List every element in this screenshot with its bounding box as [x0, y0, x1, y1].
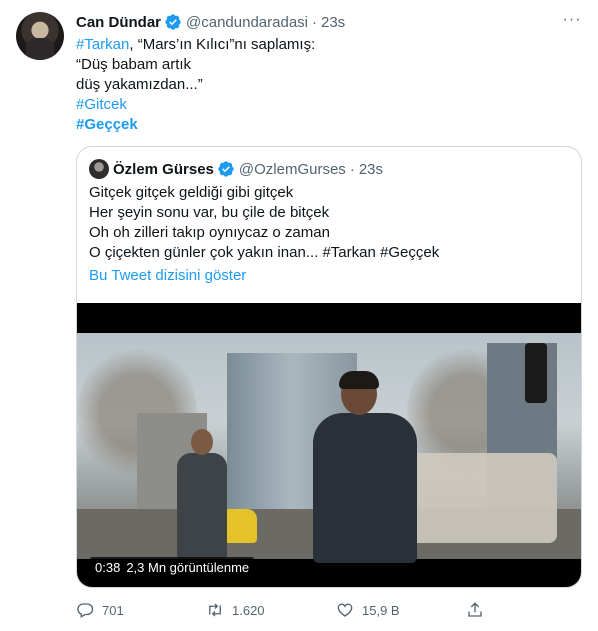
author-name[interactable]: Can Dündar — [76, 14, 161, 31]
quoted-line: O çiçekten günler çok yakın inan... #Tar… — [89, 243, 569, 263]
like-button[interactable]: 15,9 B — [336, 601, 466, 619]
verified-badge-icon — [165, 14, 181, 30]
tweet-line-3: düş yakamızdan...” — [76, 76, 203, 93]
tweet-line-2: “Düş babam artık — [76, 56, 192, 73]
tweet-line-text: , “Mars’ın Kılıcı”nı saplamış: — [129, 36, 316, 53]
quoted-tweet[interactable]: Özlem Gürses @OzlemGurses · 23s Gitçek g… — [76, 146, 582, 588]
quoted-line: Her şeyin sonu var, bu çile de bitçek — [89, 204, 330, 221]
quoted-tweet-header: Özlem Gürses @OzlemGurses · 23s — [89, 159, 383, 179]
retweet-button[interactable]: 1.620 — [206, 601, 336, 619]
reply-icon — [77, 603, 94, 618]
tweet-header: Can Dündar @candundaradasi · 23s ··· — [76, 12, 582, 32]
tweet-body: #Tarkan, “Mars’ın Kılıcı”nı saplamış: “D… — [76, 35, 576, 135]
quoted-line: Gitçek gitçek geldiği gibi gitçek — [89, 184, 294, 201]
quoted-author-avatar[interactable] — [89, 159, 109, 179]
hashtag-link[interactable]: #Tarkan — [76, 36, 129, 53]
video-info-overlay: 0:38 2,3 Mn görüntülenme — [89, 557, 256, 577]
share-icon — [468, 602, 482, 617]
tweet-time[interactable]: 23s — [321, 14, 345, 31]
separator-dot: · — [349, 160, 355, 178]
person-shape — [173, 429, 229, 559]
hashtag-link[interactable]: #Geççek — [380, 244, 439, 261]
separator-dot: · — [312, 13, 317, 31]
video-player[interactable]: 0:38 2,3 Mn görüntülenme — [77, 303, 581, 587]
heart-icon — [337, 603, 353, 617]
verified-badge-icon — [218, 161, 234, 177]
quoted-line-text: O çiçekten günler çok yakın inan... — [89, 244, 323, 261]
quoted-tweet-time[interactable]: 23s — [359, 161, 383, 178]
cart-shape — [407, 453, 557, 543]
video-views: 2,3 Mn görüntülenme — [126, 559, 250, 575]
hashtag-link[interactable]: #Tarkan — [322, 244, 375, 261]
author-handle[interactable]: @candundaradasi — [186, 14, 308, 31]
hashtag-link[interactable]: #Geççek — [76, 115, 576, 135]
more-horizontal-icon[interactable]: ··· — [562, 12, 582, 32]
hashtag-link[interactable]: #Gitcek — [76, 95, 576, 115]
tweet-actions: 701 1.620 15,9 B — [76, 598, 506, 622]
reply-button[interactable]: 701 — [76, 601, 206, 619]
video-frame — [77, 333, 581, 563]
quoted-author-handle[interactable]: @OzlemGurses — [239, 161, 346, 178]
quoted-line: Oh oh zilleri takıp oynıycaz o zaman — [89, 224, 330, 241]
share-button[interactable] — [466, 601, 506, 619]
author-avatar[interactable] — [16, 12, 64, 60]
reply-count: 701 — [102, 602, 124, 618]
retweet-count: 1.620 — [232, 602, 265, 618]
person-shape — [309, 371, 419, 563]
show-thread-link[interactable]: Bu Tweet dizisini göster — [89, 267, 246, 284]
tweet-line-1: #Tarkan, “Mars’ın Kılıcı”nı saplamış: — [76, 35, 576, 55]
quoted-tweet-body: Gitçek gitçek geldiği gibi gitçek Her şe… — [89, 183, 569, 263]
retweet-icon — [209, 603, 221, 617]
quoted-author-name[interactable]: Özlem Gürses — [113, 161, 214, 178]
like-count: 15,9 B — [362, 602, 400, 618]
traffic-light-shape — [525, 343, 547, 403]
video-duration: 0:38 — [95, 559, 121, 575]
